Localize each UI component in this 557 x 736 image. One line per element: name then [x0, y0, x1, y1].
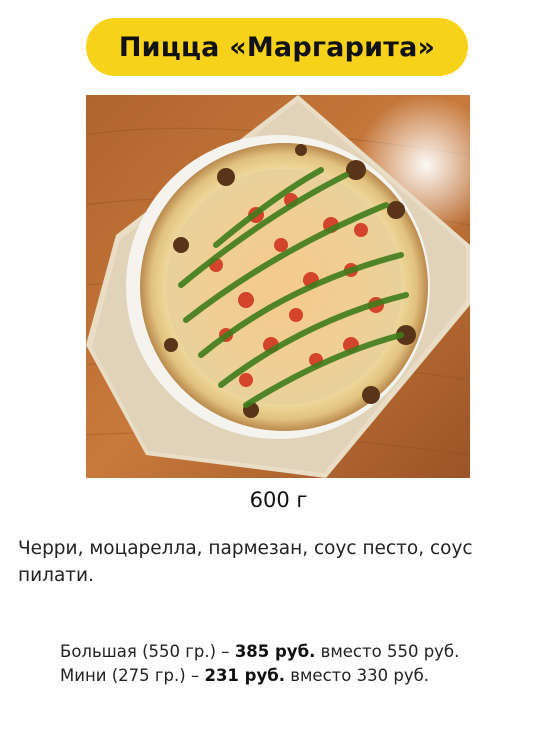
pizza-description: Черри, моцарелла, пармезан, соус песто, …	[18, 538, 473, 586]
title-badge: Пицца «Маргарита»	[86, 18, 468, 76]
size-old-price: вместо 330 руб.	[285, 666, 430, 685]
pizza-image	[86, 95, 470, 478]
price-row-large: Большая (550 гр.) – 385 руб. вместо 550 …	[60, 640, 540, 664]
size-old-price: вместо 550 руб.	[315, 642, 460, 661]
price-list: Большая (550 гр.) – 385 руб. вместо 550 …	[60, 640, 540, 688]
size-price: 385 руб.	[234, 642, 316, 661]
size-price: 231 руб.	[204, 666, 286, 685]
pizza-weight: 600 г	[249, 488, 308, 512]
page-title: Пицца «Маргарита»	[118, 31, 436, 63]
price-row-mini: Мини (275 гр.) – 231 руб. вместо 330 руб…	[60, 664, 540, 688]
size-label: Большая (550 гр.) –	[60, 642, 235, 661]
size-label: Мини (275 гр.) –	[60, 666, 205, 685]
